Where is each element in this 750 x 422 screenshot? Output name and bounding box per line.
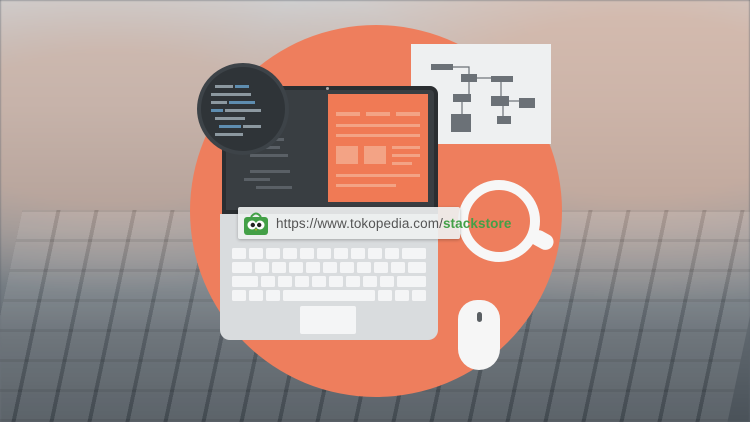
store-url: https://www.tokopedia.com/stackstore bbox=[276, 216, 511, 231]
code-editor-icon bbox=[197, 63, 289, 155]
url-bar: https://www.tokopedia.com/stackstore bbox=[238, 207, 511, 239]
keyboard-keys bbox=[232, 248, 426, 301]
mouse-icon bbox=[458, 300, 500, 370]
url-store-name: stackstore bbox=[442, 215, 512, 231]
camera-dot bbox=[326, 87, 329, 90]
tokopedia-owl-bag-icon bbox=[244, 212, 268, 235]
url-prefix: https://www.tokopedia.com/ bbox=[276, 215, 443, 231]
promo-banner: https://www.tokopedia.com/stackstore bbox=[0, 0, 750, 422]
trackpad bbox=[300, 306, 356, 334]
design-pane bbox=[328, 94, 428, 202]
mouse-wheel bbox=[477, 312, 482, 322]
